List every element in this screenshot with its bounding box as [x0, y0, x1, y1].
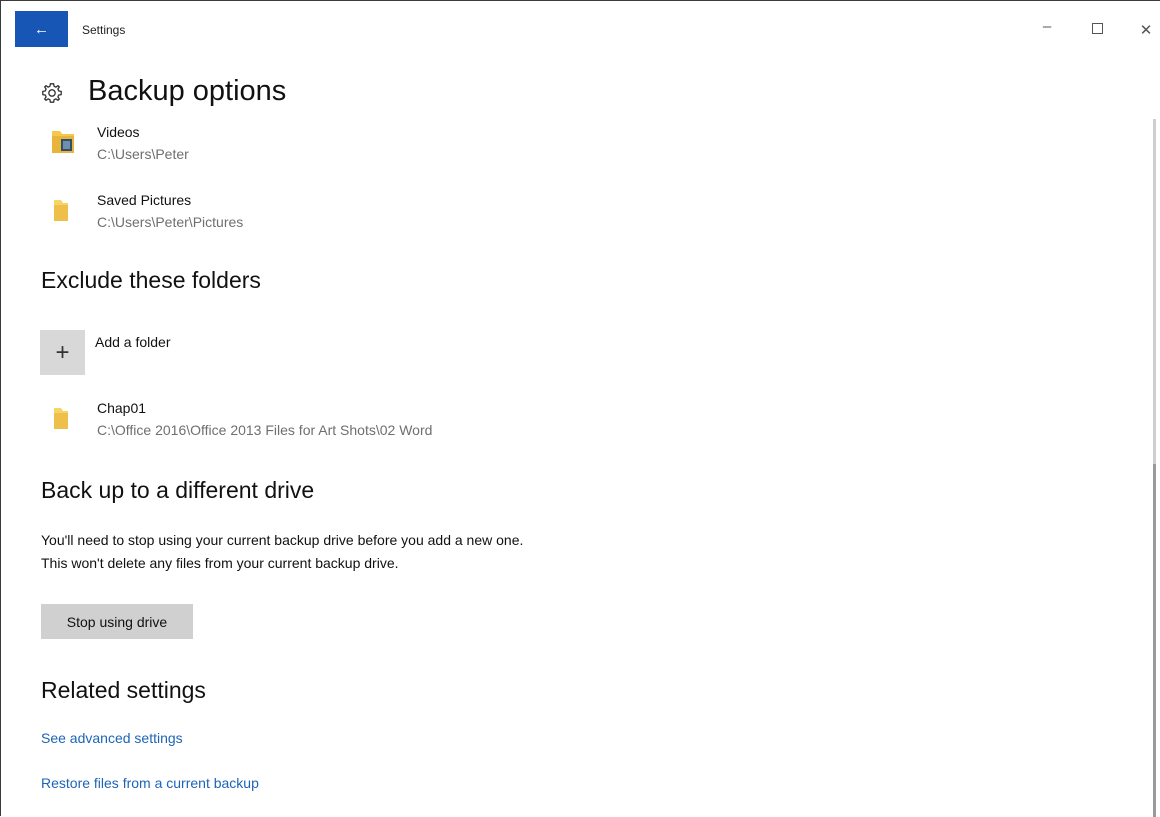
folder-name: Videos	[97, 124, 140, 140]
see-advanced-settings-link[interactable]: See advanced settings	[41, 730, 183, 746]
add-folder-button[interactable]: +	[40, 330, 85, 375]
title-bar: ← Settings – ✕	[1, 1, 1160, 47]
folder-icon	[54, 200, 68, 221]
add-folder-label[interactable]: Add a folder	[95, 334, 171, 350]
folder-name: Saved Pictures	[97, 192, 192, 208]
settings-window: ← Settings – ✕ Backup options Videos C:\…	[0, 0, 1160, 817]
maximize-icon	[1091, 23, 1103, 34]
folder-name: Chap01	[97, 400, 147, 416]
stop-using-drive-button[interactable]: Stop using drive	[41, 604, 193, 639]
restore-files-link[interactable]: Restore files from a current backup	[41, 775, 259, 791]
exclude-heading: Exclude these folders	[41, 267, 261, 293]
scrollbar-track[interactable]	[1153, 119, 1156, 464]
excluded-folder-item-chap01[interactable]: Chap01 C:\Office 2016\Office 2013 Files …	[51, 400, 751, 446]
folder-icon	[54, 408, 68, 429]
related-settings-heading: Related settings	[41, 677, 206, 703]
different-drive-description: You'll need to stop using your current b…	[41, 532, 524, 571]
window-title: Settings	[82, 23, 126, 37]
plus-icon: +	[55, 338, 70, 366]
different-drive-heading: Back up to a different drive	[41, 477, 315, 503]
close-icon: ✕	[1139, 22, 1153, 39]
back-arrow-icon: ←	[34, 20, 49, 38]
folder-item-videos[interactable]: Videos C:\Users\Peter	[51, 124, 751, 170]
folder-path: C:\Office 2016\Office 2013 Files for Art…	[97, 422, 433, 438]
close-button[interactable]: ✕	[1136, 21, 1156, 39]
minimize-icon: –	[1042, 18, 1052, 35]
folder-path: C:\Users\Peter\Pictures	[97, 214, 244, 230]
videos-folder-icon	[52, 131, 74, 153]
page-title: Backup options	[88, 75, 287, 107]
maximize-button[interactable]	[1087, 21, 1107, 38]
folder-path: C:\Users\Peter	[97, 146, 189, 162]
minimize-button[interactable]: –	[1037, 18, 1057, 35]
folder-item-saved-pictures[interactable]: Saved Pictures C:\Users\Peter\Pictures	[51, 192, 751, 238]
gear-icon	[42, 83, 62, 103]
back-button[interactable]: ←	[15, 11, 68, 47]
scrollbar-thumb[interactable]	[1153, 464, 1156, 817]
